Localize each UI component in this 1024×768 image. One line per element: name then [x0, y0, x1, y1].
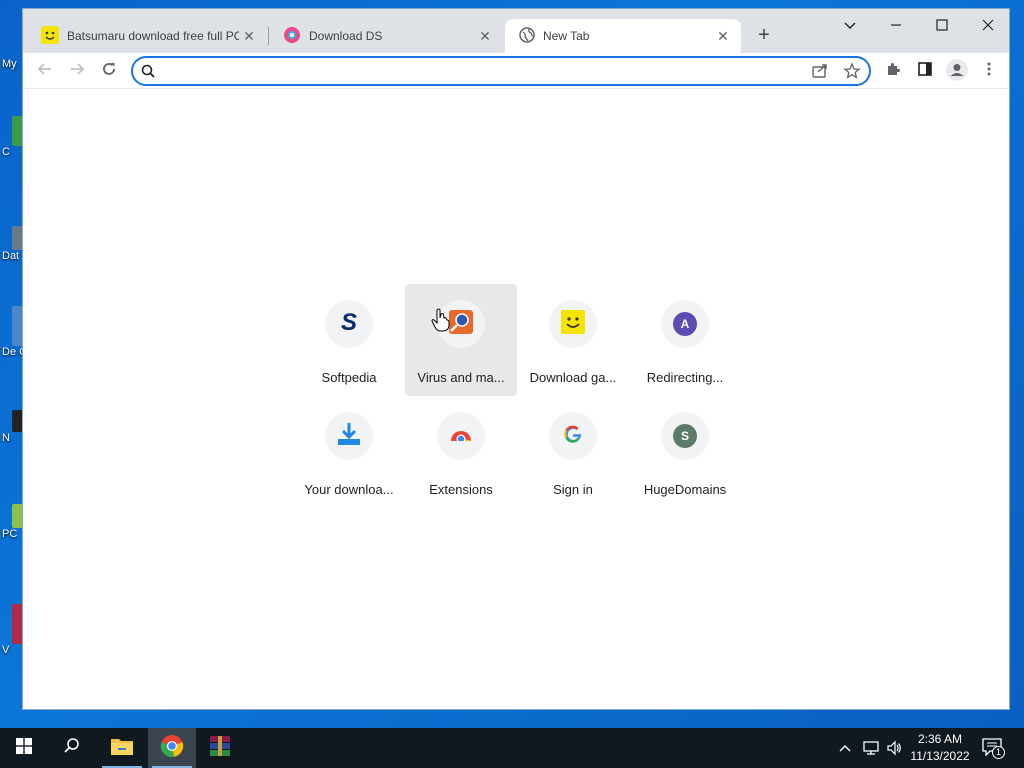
shortcut-icon-circle: [549, 412, 597, 460]
ds-logo-icon: [283, 26, 301, 47]
browser-window: Batsumaru download free full PC ✕ Downlo…: [22, 8, 1010, 710]
desktop-icon[interactable]: C: [0, 116, 26, 158]
shortcut-tile[interactable]: S HugeDomains: [629, 396, 741, 508]
action-center-button[interactable]: 1: [982, 728, 1005, 768]
clock-date: 11/13/2022: [910, 749, 970, 763]
shortcut-label: Sign in: [553, 482, 593, 497]
tab-download-ds[interactable]: Download DS ✕: [269, 19, 503, 53]
svg-text:S: S: [341, 310, 357, 334]
desktop-icon[interactable]: V: [0, 604, 26, 656]
desktop-icon-label: V: [2, 644, 10, 656]
shortcut-label: Download ga...: [529, 370, 617, 385]
shortcut-label: Redirecting...: [646, 370, 724, 385]
shortcut-tile[interactable]: A Redirecting...: [629, 284, 741, 396]
shortcut-label: Virus and ma...: [417, 370, 505, 385]
new-tab-button[interactable]: +: [753, 25, 775, 45]
tab-title: Batsumaru download free full PC: [67, 29, 239, 43]
chrome-icon: [450, 427, 472, 446]
smiley-icon: [561, 309, 585, 339]
windows-logo-icon: [16, 737, 32, 759]
shortcut-tile[interactable]: Extensions: [405, 396, 517, 508]
shortcut-tile[interactable]: Virus and ma...: [405, 284, 517, 396]
folder-icon: [110, 736, 134, 761]
extensions-puzzle-icon[interactable]: [881, 59, 905, 83]
desktop-icon-label: N: [2, 432, 10, 444]
clock-time: 2:36 AM: [917, 732, 963, 746]
shortcut-tile[interactable]: Sign in: [517, 396, 629, 508]
desktop-icon[interactable]: N: [0, 410, 26, 444]
tab-title: Download DS: [309, 29, 383, 43]
shortcut-tile[interactable]: Download ga...: [517, 284, 629, 396]
globe-icon: [519, 26, 535, 46]
softpedia-s-icon: S: [337, 309, 361, 339]
desktop-icon-label: PC: [2, 528, 18, 540]
close-icon[interactable]: ✕: [239, 28, 259, 45]
google-g-icon: [563, 424, 583, 449]
profile-avatar-icon[interactable]: [945, 59, 969, 83]
hand-cursor-icon: [431, 308, 451, 337]
network-icon[interactable]: [862, 728, 880, 768]
volume-icon[interactable]: [886, 728, 902, 768]
tab-title: New Tab: [543, 29, 590, 43]
desktop-icon[interactable]: PC: [0, 504, 26, 540]
search-icon: [63, 737, 81, 760]
tab-strip: Batsumaru download free full PC ✕ Downlo…: [23, 9, 1009, 53]
taskbar-chrome[interactable]: [148, 728, 196, 768]
taskbar-file-explorer[interactable]: [98, 728, 146, 768]
letter-s-icon: S: [673, 424, 697, 448]
forward-button[interactable]: [65, 59, 89, 83]
desktop-icon[interactable]: My: [0, 58, 22, 70]
search-icon: [141, 64, 155, 83]
taskbar-winrar[interactable]: [196, 728, 244, 768]
close-window-button[interactable]: [973, 15, 1003, 39]
shortcut-label: HugeDomains: [643, 482, 727, 497]
star-icon[interactable]: [843, 62, 863, 82]
shortcut-tile[interactable]: S Softpedia: [293, 284, 405, 396]
desktop-icon-label: Dat: [2, 250, 20, 262]
letter-a-icon: A: [673, 312, 697, 336]
winrar-icon: [208, 734, 232, 763]
maximize-button[interactable]: [927, 15, 957, 39]
toolbar: [23, 53, 1009, 89]
close-icon[interactable]: ✕: [713, 28, 733, 45]
menu-kebab-icon[interactable]: [977, 59, 1001, 83]
minimize-button[interactable]: [881, 15, 911, 39]
smiley-icon: [41, 25, 59, 47]
taskbar-search-button[interactable]: [48, 728, 96, 768]
reload-button[interactable]: [97, 59, 121, 83]
desktop-icon-label: De Ca: [2, 346, 34, 358]
desktop-icon[interactable]: Dat: [0, 226, 26, 262]
chevron-down-icon[interactable]: [835, 15, 865, 39]
taskbar-clock[interactable]: 2:36 AM 11/13/2022: [906, 731, 974, 765]
shortcut-icon-circle: [549, 300, 597, 348]
shortcut-icon-circle: [437, 412, 485, 460]
desktop-icon[interactable]: De Ca: [0, 306, 34, 358]
desktop-icon-label: C: [2, 146, 10, 158]
shortcut-tile[interactable]: Your downloa...: [293, 396, 405, 508]
shortcut-icon-circle: A: [661, 300, 709, 348]
side-panel-icon[interactable]: [913, 59, 937, 83]
taskbar: 2:36 AM 11/13/2022 1: [0, 728, 1024, 768]
notification-icon: 1: [982, 738, 1005, 759]
address-input[interactable]: [167, 62, 767, 80]
back-button[interactable]: [33, 59, 57, 83]
omnibox[interactable]: [131, 56, 871, 86]
shortcut-icon-circle: [325, 412, 373, 460]
notification-count-badge: 1: [992, 746, 1005, 759]
tab-batsumaru[interactable]: Batsumaru download free full PC ✕: [27, 19, 267, 53]
shortcut-icon-circle: S: [661, 412, 709, 460]
tray-overflow-chevron[interactable]: [838, 728, 852, 768]
close-icon[interactable]: ✕: [475, 28, 495, 45]
chrome-icon: [160, 734, 184, 763]
shortcut-label: Softpedia: [321, 370, 377, 385]
shortcut-icon-circle: S: [325, 300, 373, 348]
shortcut-label: Extensions: [429, 482, 493, 497]
start-button[interactable]: [0, 728, 48, 768]
share-icon[interactable]: [811, 62, 831, 82]
virus-scan-icon: [448, 309, 474, 340]
download-icon: [336, 421, 362, 452]
desktop-icon-label: My: [2, 58, 17, 70]
shortcut-label: Your downloa...: [304, 482, 394, 497]
tab-new-tab[interactable]: New Tab ✕: [505, 19, 741, 53]
